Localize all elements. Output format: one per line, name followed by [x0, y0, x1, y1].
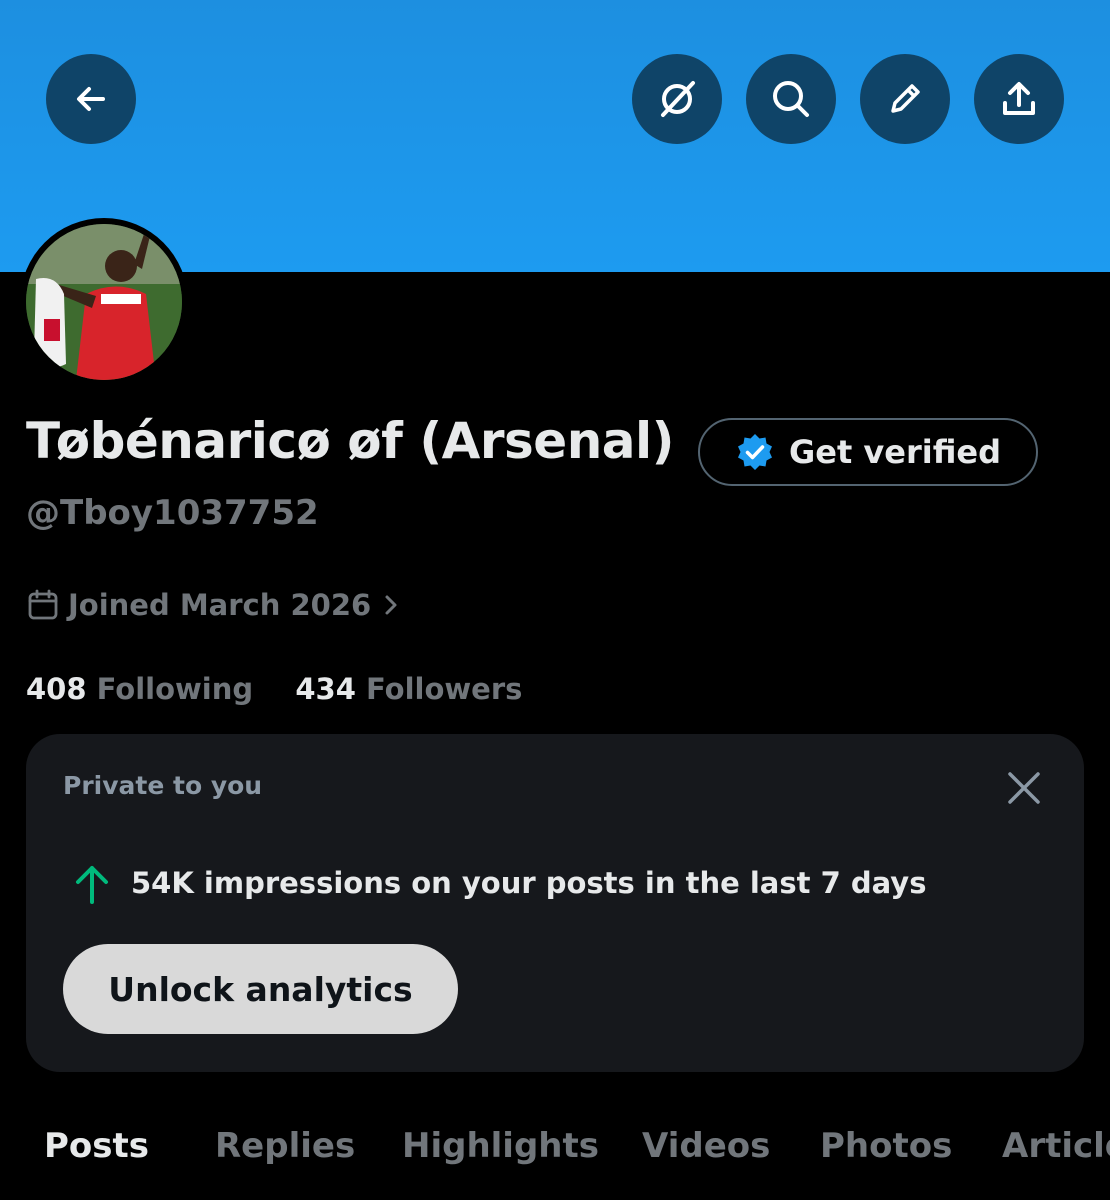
tab-posts[interactable]: Posts	[44, 1126, 149, 1166]
impressions-text: 54K impressions on your posts in the las…	[131, 866, 927, 900]
verified-badge-icon	[737, 434, 772, 470]
followers-link[interactable]: 434 Followers	[295, 672, 522, 706]
tab-videos[interactable]: Videos	[642, 1126, 770, 1166]
followers-label: Followers	[366, 672, 523, 706]
tab-highlights[interactable]: Highlights	[402, 1126, 599, 1166]
calendar-icon	[28, 589, 58, 620]
profile-banner	[0, 0, 1110, 272]
profile-tabs: Posts Replies Highlights Videos Photos A…	[0, 1120, 1110, 1180]
share-button[interactable]	[974, 54, 1064, 144]
tab-photos[interactable]: Photos	[820, 1126, 952, 1166]
followers-count: 434	[295, 672, 356, 706]
back-button[interactable]	[46, 54, 136, 144]
get-verified-label: Get verified	[788, 433, 1002, 471]
profile-name: Tøbénaricø øf (Arsenal)	[26, 412, 675, 470]
share-icon	[1003, 82, 1035, 115]
following-label: Following	[96, 672, 254, 706]
unlock-analytics-button[interactable]: Unlock analytics	[63, 944, 458, 1034]
chevron-right-icon	[385, 595, 397, 615]
arrow-up-icon	[76, 866, 108, 904]
edit-pencil-icon	[891, 84, 920, 113]
grok-icon	[661, 81, 695, 117]
joined-date[interactable]: Joined March 2026	[26, 588, 403, 622]
grok-button[interactable]	[632, 54, 722, 144]
edit-button[interactable]	[860, 54, 950, 144]
back-arrow-icon	[77, 87, 105, 111]
tab-replies[interactable]: Replies	[215, 1126, 355, 1166]
get-verified-button[interactable]: Get verified	[698, 418, 1038, 486]
avatar[interactable]	[20, 218, 188, 386]
analytics-card: Private to you 54K impressions on your p…	[26, 734, 1084, 1072]
tab-articles[interactable]: Articles	[1002, 1126, 1110, 1166]
search-button[interactable]	[746, 54, 836, 144]
private-label: Private to you	[63, 771, 263, 800]
joined-label: Joined March 2026	[68, 588, 372, 622]
following-count: 408	[26, 672, 87, 706]
follow-stats: 408 Following 434 Followers	[26, 672, 522, 706]
profile-handle: @Tboy1037752	[26, 493, 319, 533]
following-link[interactable]: 408 Following	[26, 672, 263, 706]
close-icon[interactable]	[1002, 766, 1046, 810]
search-icon	[773, 81, 809, 117]
avatar-photo	[26, 224, 182, 380]
